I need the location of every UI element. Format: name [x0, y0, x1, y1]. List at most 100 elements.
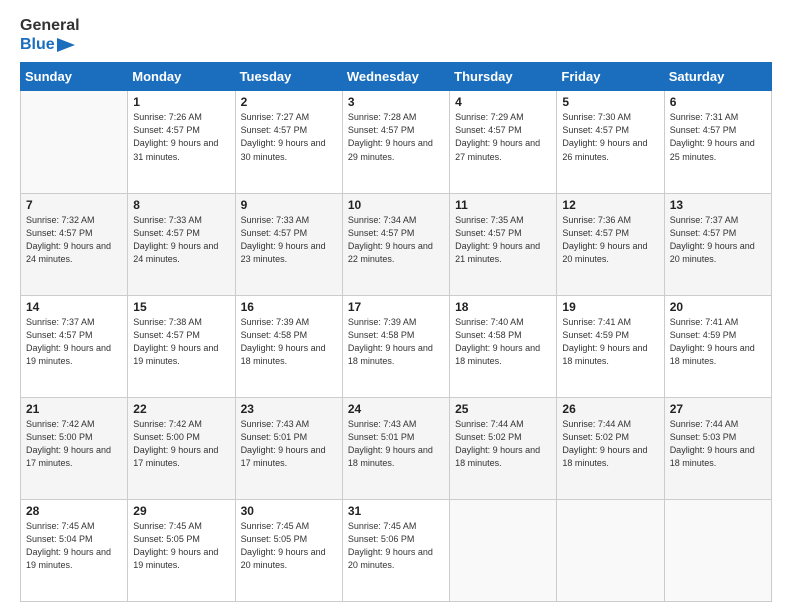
calendar-cell: 2 Sunrise: 7:27 AMSunset: 4:57 PMDaylight…: [235, 91, 342, 193]
calendar-cell: 22 Sunrise: 7:42 AMSunset: 5:00 PMDayligh…: [128, 397, 235, 499]
calendar-cell: 8 Sunrise: 7:33 AMSunset: 4:57 PMDaylight…: [128, 193, 235, 295]
day-info: Sunrise: 7:44 AMSunset: 5:03 PMDaylight:…: [670, 418, 766, 470]
day-info: Sunrise: 7:37 AMSunset: 4:57 PMDaylight:…: [26, 316, 122, 368]
day-info: Sunrise: 7:33 AMSunset: 4:57 PMDaylight:…: [241, 214, 337, 266]
calendar-table: SundayMondayTuesdayWednesdayThursdayFrid…: [20, 62, 772, 602]
calendar-cell: 24 Sunrise: 7:43 AMSunset: 5:01 PMDayligh…: [342, 397, 449, 499]
calendar-cell: 6 Sunrise: 7:31 AMSunset: 4:57 PMDaylight…: [664, 91, 771, 193]
day-number: 3: [348, 95, 444, 109]
calendar-cell: 4 Sunrise: 7:29 AMSunset: 4:57 PMDaylight…: [450, 91, 557, 193]
day-number: 19: [562, 300, 658, 314]
calendar-cell: 13 Sunrise: 7:37 AMSunset: 4:57 PMDayligh…: [664, 193, 771, 295]
calendar-cell: 12 Sunrise: 7:36 AMSunset: 4:57 PMDayligh…: [557, 193, 664, 295]
logo: General Blue: [20, 16, 80, 54]
day-number: 5: [562, 95, 658, 109]
calendar: SundayMondayTuesdayWednesdayThursdayFrid…: [20, 62, 772, 602]
header: General Blue: [20, 16, 772, 54]
calendar-cell: [21, 91, 128, 193]
calendar-cell: 26Sunrise: 7:44 AMSunset: 5:02 PMDayligh…: [557, 397, 664, 499]
day-info: Sunrise: 7:36 AMSunset: 4:57 PMDaylight:…: [562, 214, 658, 266]
day-info: Sunrise: 7:41 AMSunset: 4:59 PMDaylight:…: [670, 316, 766, 368]
day-info: Sunrise: 7:45 AMSunset: 5:05 PMDaylight:…: [241, 520, 337, 572]
calendar-cell: 29 Sunrise: 7:45 AMSunset: 5:05 PMDayligh…: [128, 499, 235, 601]
calendar-cell: 20 Sunrise: 7:41 AMSunset: 4:59 PMDayligh…: [664, 295, 771, 397]
header-row: SundayMondayTuesdayWednesdayThursdayFrid…: [21, 63, 772, 91]
logo-text: General Blue: [20, 16, 80, 54]
calendar-cell: 21Sunrise: 7:42 AMSunset: 5:00 PMDayligh…: [21, 397, 128, 499]
day-number: 24: [348, 402, 444, 416]
day-number: 17: [348, 300, 444, 314]
day-info: Sunrise: 7:41 AMSunset: 4:59 PMDaylight:…: [562, 316, 658, 368]
day-info: Sunrise: 7:39 AMSunset: 4:58 PMDaylight:…: [241, 316, 337, 368]
weekday-header: Wednesday: [342, 63, 449, 91]
day-number: 9: [241, 198, 337, 212]
day-info: Sunrise: 7:32 AMSunset: 4:57 PMDaylight:…: [26, 214, 122, 266]
calendar-week: 7 Sunrise: 7:32 AMSunset: 4:57 PMDaylight…: [21, 193, 772, 295]
day-number: 30: [241, 504, 337, 518]
calendar-cell: 18 Sunrise: 7:40 AMSunset: 4:58 PMDayligh…: [450, 295, 557, 397]
weekday-header: Tuesday: [235, 63, 342, 91]
calendar-cell: 7 Sunrise: 7:32 AMSunset: 4:57 PMDaylight…: [21, 193, 128, 295]
calendar-cell: 16 Sunrise: 7:39 AMSunset: 4:58 PMDayligh…: [235, 295, 342, 397]
day-info: Sunrise: 7:45 AMSunset: 5:05 PMDaylight:…: [133, 520, 229, 572]
calendar-cell: 19 Sunrise: 7:41 AMSunset: 4:59 PMDayligh…: [557, 295, 664, 397]
calendar-cell: [450, 499, 557, 601]
day-info: Sunrise: 7:43 AMSunset: 5:01 PMDaylight:…: [241, 418, 337, 470]
day-number: 28: [26, 504, 122, 518]
calendar-week: 14Sunrise: 7:37 AMSunset: 4:57 PMDayligh…: [21, 295, 772, 397]
day-info: Sunrise: 7:29 AMSunset: 4:57 PMDaylight:…: [455, 111, 551, 163]
day-number: 25: [455, 402, 551, 416]
calendar-cell: 14Sunrise: 7:37 AMSunset: 4:57 PMDayligh…: [21, 295, 128, 397]
day-info: Sunrise: 7:44 AMSunset: 5:02 PMDaylight:…: [562, 418, 658, 470]
day-number: 13: [670, 198, 766, 212]
day-info: Sunrise: 7:43 AMSunset: 5:01 PMDaylight:…: [348, 418, 444, 470]
weekday-header: Saturday: [664, 63, 771, 91]
day-info: Sunrise: 7:44 AMSunset: 5:02 PMDaylight:…: [455, 418, 551, 470]
calendar-week: 1Sunrise: 7:26 AMSunset: 4:57 PMDaylight…: [21, 91, 772, 193]
day-number: 20: [670, 300, 766, 314]
day-number: 29: [133, 504, 229, 518]
weekday-header: Thursday: [450, 63, 557, 91]
day-info: Sunrise: 7:40 AMSunset: 4:58 PMDaylight:…: [455, 316, 551, 368]
calendar-cell: 23Sunrise: 7:43 AMSunset: 5:01 PMDayligh…: [235, 397, 342, 499]
calendar-cell: [664, 499, 771, 601]
day-info: Sunrise: 7:42 AMSunset: 5:00 PMDaylight:…: [26, 418, 122, 470]
day-info: Sunrise: 7:45 AMSunset: 5:04 PMDaylight:…: [26, 520, 122, 572]
day-info: Sunrise: 7:31 AMSunset: 4:57 PMDaylight:…: [670, 111, 766, 163]
calendar-cell: 15Sunrise: 7:38 AMSunset: 4:57 PMDayligh…: [128, 295, 235, 397]
day-number: 10: [348, 198, 444, 212]
calendar-cell: 1Sunrise: 7:26 AMSunset: 4:57 PMDaylight…: [128, 91, 235, 193]
day-info: Sunrise: 7:28 AMSunset: 4:57 PMDaylight:…: [348, 111, 444, 163]
day-number: 6: [670, 95, 766, 109]
calendar-week: 28 Sunrise: 7:45 AMSunset: 5:04 PMDayligh…: [21, 499, 772, 601]
calendar-cell: 11 Sunrise: 7:35 AMSunset: 4:57 PMDayligh…: [450, 193, 557, 295]
calendar-cell: 17Sunrise: 7:39 AMSunset: 4:58 PMDayligh…: [342, 295, 449, 397]
day-number: 22: [133, 402, 229, 416]
day-info: Sunrise: 7:45 AMSunset: 5:06 PMDaylight:…: [348, 520, 444, 572]
calendar-week: 21Sunrise: 7:42 AMSunset: 5:00 PMDayligh…: [21, 397, 772, 499]
calendar-cell: 28 Sunrise: 7:45 AMSunset: 5:04 PMDayligh…: [21, 499, 128, 601]
day-info: Sunrise: 7:27 AMSunset: 4:57 PMDaylight:…: [241, 111, 337, 163]
day-number: 18: [455, 300, 551, 314]
day-info: Sunrise: 7:33 AMSunset: 4:57 PMDaylight:…: [133, 214, 229, 266]
day-number: 15: [133, 300, 229, 314]
day-number: 12: [562, 198, 658, 212]
day-number: 4: [455, 95, 551, 109]
calendar-cell: 25 Sunrise: 7:44 AMSunset: 5:02 PMDayligh…: [450, 397, 557, 499]
logo-arrow-icon: [57, 38, 75, 52]
weekday-header: Monday: [128, 63, 235, 91]
day-number: 11: [455, 198, 551, 212]
day-info: Sunrise: 7:26 AMSunset: 4:57 PMDaylight:…: [133, 111, 229, 163]
calendar-cell: 9 Sunrise: 7:33 AMSunset: 4:57 PMDaylight…: [235, 193, 342, 295]
day-info: Sunrise: 7:35 AMSunset: 4:57 PMDaylight:…: [455, 214, 551, 266]
day-number: 8: [133, 198, 229, 212]
day-number: 7: [26, 198, 122, 212]
day-number: 2: [241, 95, 337, 109]
calendar-cell: 30 Sunrise: 7:45 AMSunset: 5:05 PMDayligh…: [235, 499, 342, 601]
day-info: Sunrise: 7:37 AMSunset: 4:57 PMDaylight:…: [670, 214, 766, 266]
day-info: Sunrise: 7:42 AMSunset: 5:00 PMDaylight:…: [133, 418, 229, 470]
calendar-cell: 10 Sunrise: 7:34 AMSunset: 4:57 PMDayligh…: [342, 193, 449, 295]
day-number: 16: [241, 300, 337, 314]
page: General Blue SundayMondayTuesdayWednesda…: [0, 0, 792, 612]
day-info: Sunrise: 7:34 AMSunset: 4:57 PMDaylight:…: [348, 214, 444, 266]
